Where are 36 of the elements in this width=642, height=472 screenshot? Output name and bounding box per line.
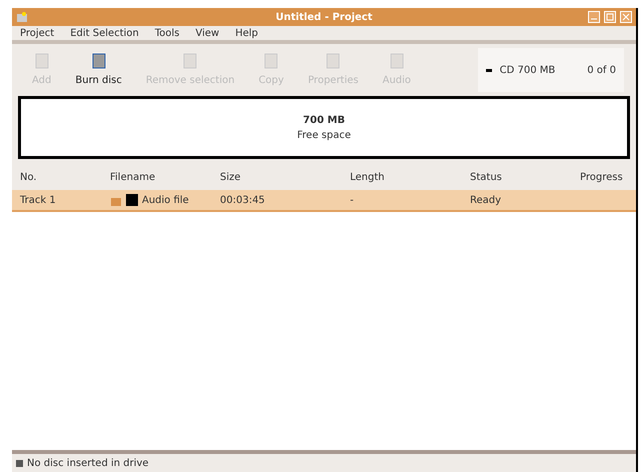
menu-item[interactable]: Edit Selection bbox=[70, 26, 139, 40]
column-header[interactable]: Size bbox=[220, 170, 350, 185]
window-title: Untitled - Project bbox=[276, 10, 372, 24]
table-cell-text: - bbox=[350, 194, 355, 208]
toolbar-button[interactable]: Burn disc bbox=[67, 52, 130, 88]
document-icon bbox=[182, 52, 198, 68]
table-cell-text: Audio file bbox=[142, 194, 189, 208]
column-header[interactable]: Progress bbox=[580, 170, 628, 185]
column-header[interactable]: No. bbox=[20, 170, 110, 185]
table-cell-text: Ready bbox=[470, 194, 502, 208]
close-icon[interactable] bbox=[620, 11, 632, 23]
column-header[interactable]: Length bbox=[350, 170, 470, 185]
column-header[interactable]: Filename bbox=[110, 170, 220, 185]
status-icon bbox=[16, 460, 23, 466]
document-icon bbox=[325, 52, 342, 68]
status-text: No disc inserted in drive bbox=[27, 456, 149, 470]
square-icon bbox=[126, 194, 138, 206]
menu-item[interactable]: Help bbox=[235, 26, 258, 40]
app-icon bbox=[16, 11, 28, 23]
table-cell-text: 00:03:45 bbox=[220, 194, 266, 208]
document-icon bbox=[90, 52, 107, 68]
summary-label: Free space bbox=[297, 128, 351, 142]
menu-item[interactable]: View bbox=[196, 26, 220, 40]
document-icon bbox=[34, 52, 50, 68]
menu-item[interactable]: Project bbox=[20, 26, 54, 40]
summary-size: 700 MB bbox=[303, 114, 345, 128]
column-header[interactable]: Status bbox=[470, 170, 580, 185]
document-icon bbox=[388, 52, 405, 68]
table-cell-text: Track 1 bbox=[20, 194, 57, 208]
disc-count: 0 of 0 bbox=[587, 64, 616, 78]
disc-dropdown[interactable]: CD 700 MB bbox=[496, 62, 560, 78]
table-row[interactable]: Track 1 Audio file 00:03:45 - Ready bbox=[12, 190, 636, 212]
minimize-icon[interactable] bbox=[588, 11, 600, 23]
menu-item[interactable]: Tools bbox=[154, 26, 180, 40]
document-icon bbox=[263, 52, 280, 68]
maximize-icon[interactable] bbox=[604, 11, 616, 23]
